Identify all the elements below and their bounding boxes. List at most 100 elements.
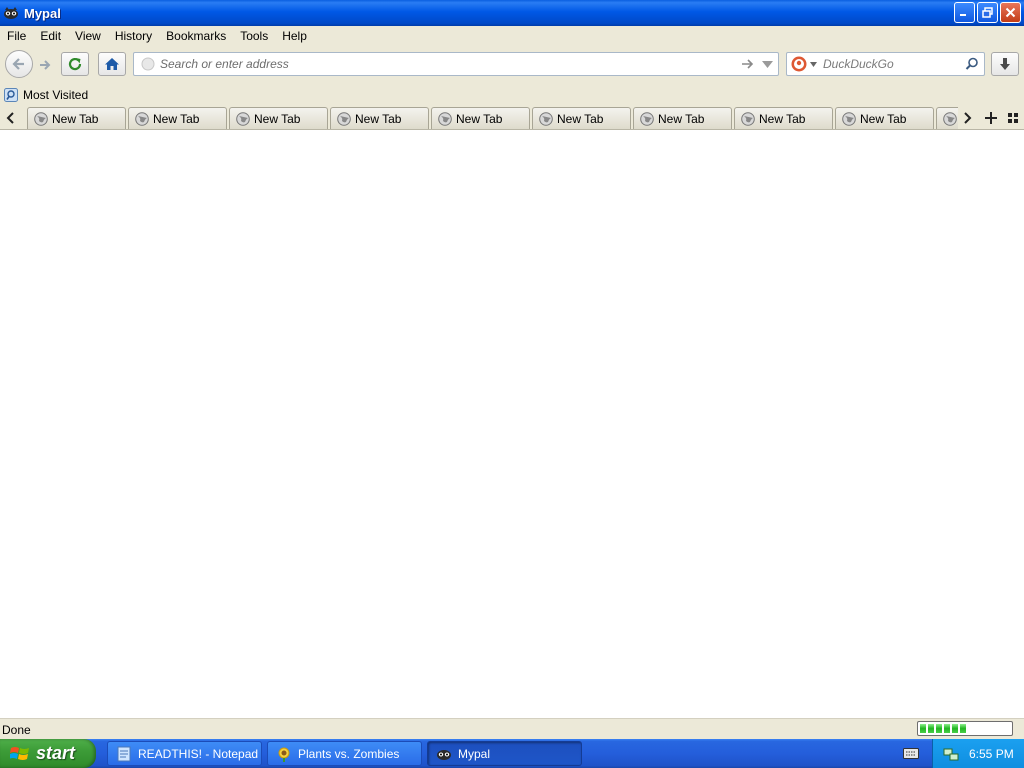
scroll-tabs-left-button[interactable] <box>0 106 20 130</box>
tab[interactable]: New Tab <box>532 107 631 129</box>
windows-logo-icon <box>10 746 29 760</box>
tab-label: New Tab <box>355 111 402 126</box>
bookmark-most-visited[interactable]: Most Visited <box>4 88 88 102</box>
globe-icon <box>34 111 48 126</box>
globe-icon <box>640 111 654 126</box>
window-titlebar[interactable]: Mypal <box>0 0 1024 26</box>
search-icon[interactable] <box>965 57 979 71</box>
window-title: Mypal <box>24 5 61 21</box>
globe-icon <box>539 111 553 126</box>
home-icon <box>105 58 119 70</box>
navigation-toolbar <box>0 46 1024 82</box>
progress-fill <box>920 724 1010 733</box>
globe-icon <box>236 111 250 126</box>
plus-icon <box>985 112 997 124</box>
menu-history[interactable]: History <box>108 29 159 43</box>
tab-label: New Tab <box>658 111 705 126</box>
menu-bookmarks[interactable]: Bookmarks <box>159 29 233 43</box>
progress-block <box>920 724 926 733</box>
start-label: start <box>36 743 76 763</box>
taskbar-item-label: Plants vs. Zombies <box>298 746 400 761</box>
progress-block <box>928 724 934 733</box>
tab[interactable]: New Tab <box>330 107 429 129</box>
duckduckgo-icon[interactable] <box>791 56 807 72</box>
minimize-button[interactable] <box>954 2 975 23</box>
back-button[interactable] <box>5 50 33 78</box>
close-button[interactable] <box>1000 2 1021 23</box>
clock[interactable]: 6:55 PM <box>969 747 1014 761</box>
go-arrow-icon[interactable] <box>741 58 755 70</box>
globe-icon <box>135 111 149 126</box>
menu-bar: File Edit View History Bookmarks Tools H… <box>0 26 1024 46</box>
plants-vs-zombies-icon <box>278 747 290 762</box>
progress-block <box>960 724 966 733</box>
network-icon[interactable] <box>943 746 959 762</box>
tab[interactable]: New Tab <box>431 107 530 129</box>
bookmarks-toolbar: Most Visited <box>0 84 1024 106</box>
reload-button[interactable] <box>61 52 89 76</box>
notepad-icon <box>117 746 131 761</box>
tab-label: New Tab <box>759 111 806 126</box>
home-button[interactable] <box>98 52 126 76</box>
new-tab-button[interactable] <box>980 106 1002 130</box>
scroll-tabs-right-button[interactable] <box>958 106 978 130</box>
keyboard-icon[interactable] <box>903 746 919 760</box>
bookmark-label: Most Visited <box>23 88 89 102</box>
taskbar-item-mypal[interactable]: Mypal <box>427 741 582 766</box>
tab[interactable] <box>936 107 958 129</box>
search-engine-dropdown-icon[interactable] <box>810 62 817 67</box>
loading-progress-bar <box>917 721 1013 736</box>
chevron-left-icon <box>6 112 14 124</box>
tab-label: New Tab <box>456 111 503 126</box>
grid-icon <box>1008 113 1018 123</box>
tab[interactable]: New Tab <box>633 107 732 129</box>
tab-label: New Tab <box>860 111 907 126</box>
list-all-tabs-button[interactable] <box>1002 106 1024 130</box>
page-content[interactable] <box>0 130 1024 718</box>
mypal-icon <box>437 749 451 760</box>
menu-view[interactable]: View <box>68 29 108 43</box>
progress-block <box>952 724 958 733</box>
start-button[interactable]: start <box>0 739 96 768</box>
tab-list: New Tab New Tab New Tab New Tab New Tab … <box>25 106 958 130</box>
reload-icon <box>68 57 82 71</box>
forward-button[interactable] <box>33 55 57 75</box>
restore-icon <box>982 7 993 18</box>
menu-help[interactable]: Help <box>275 29 314 43</box>
tab-label: New Tab <box>153 111 200 126</box>
menu-edit[interactable]: Edit <box>33 29 68 43</box>
minimize-icon <box>960 14 966 16</box>
taskbar-item-notepad[interactable]: READTHIS! - Notepad <box>107 741 262 766</box>
taskbar-item-plants-vs-zombies[interactable]: Plants vs. Zombies <box>267 741 422 766</box>
back-arrow-icon <box>12 58 24 70</box>
tab-label: New Tab <box>52 111 99 126</box>
forward-arrow-icon <box>40 60 51 70</box>
tab-label: New Tab <box>557 111 604 126</box>
chevron-right-icon <box>964 112 972 124</box>
search-bar[interactable] <box>786 52 985 76</box>
tab[interactable]: New Tab <box>734 107 833 129</box>
globe-icon <box>337 111 351 126</box>
menu-tools[interactable]: Tools <box>233 29 275 43</box>
address-input[interactable] <box>160 56 730 72</box>
search-input[interactable] <box>823 56 959 72</box>
address-bar[interactable] <box>133 52 779 76</box>
restore-button[interactable] <box>977 2 998 23</box>
tab[interactable]: New Tab <box>27 107 126 129</box>
menu-file[interactable]: File <box>0 29 33 43</box>
tab[interactable]: New Tab <box>128 107 227 129</box>
taskbar: start READTHIS! - Notepad Plants vs. Zom… <box>0 739 1024 768</box>
globe-icon <box>842 111 856 126</box>
tab[interactable]: New Tab <box>229 107 328 129</box>
globe-icon <box>438 111 452 126</box>
taskbar-item-label: READTHIS! - Notepad <box>138 746 259 761</box>
status-bar: Done <box>0 718 1024 739</box>
tab-strip: New Tab New Tab New Tab New Tab New Tab … <box>0 106 1024 130</box>
url-dropdown-icon[interactable] <box>762 61 773 68</box>
downloads-button[interactable] <box>991 52 1019 76</box>
taskbar-item-label: Mypal <box>458 746 491 761</box>
system-tray: 6:55 PM <box>932 739 1024 768</box>
tab[interactable]: New Tab <box>835 107 934 129</box>
site-identity-icon <box>141 57 155 71</box>
status-text: Done <box>2 723 31 737</box>
